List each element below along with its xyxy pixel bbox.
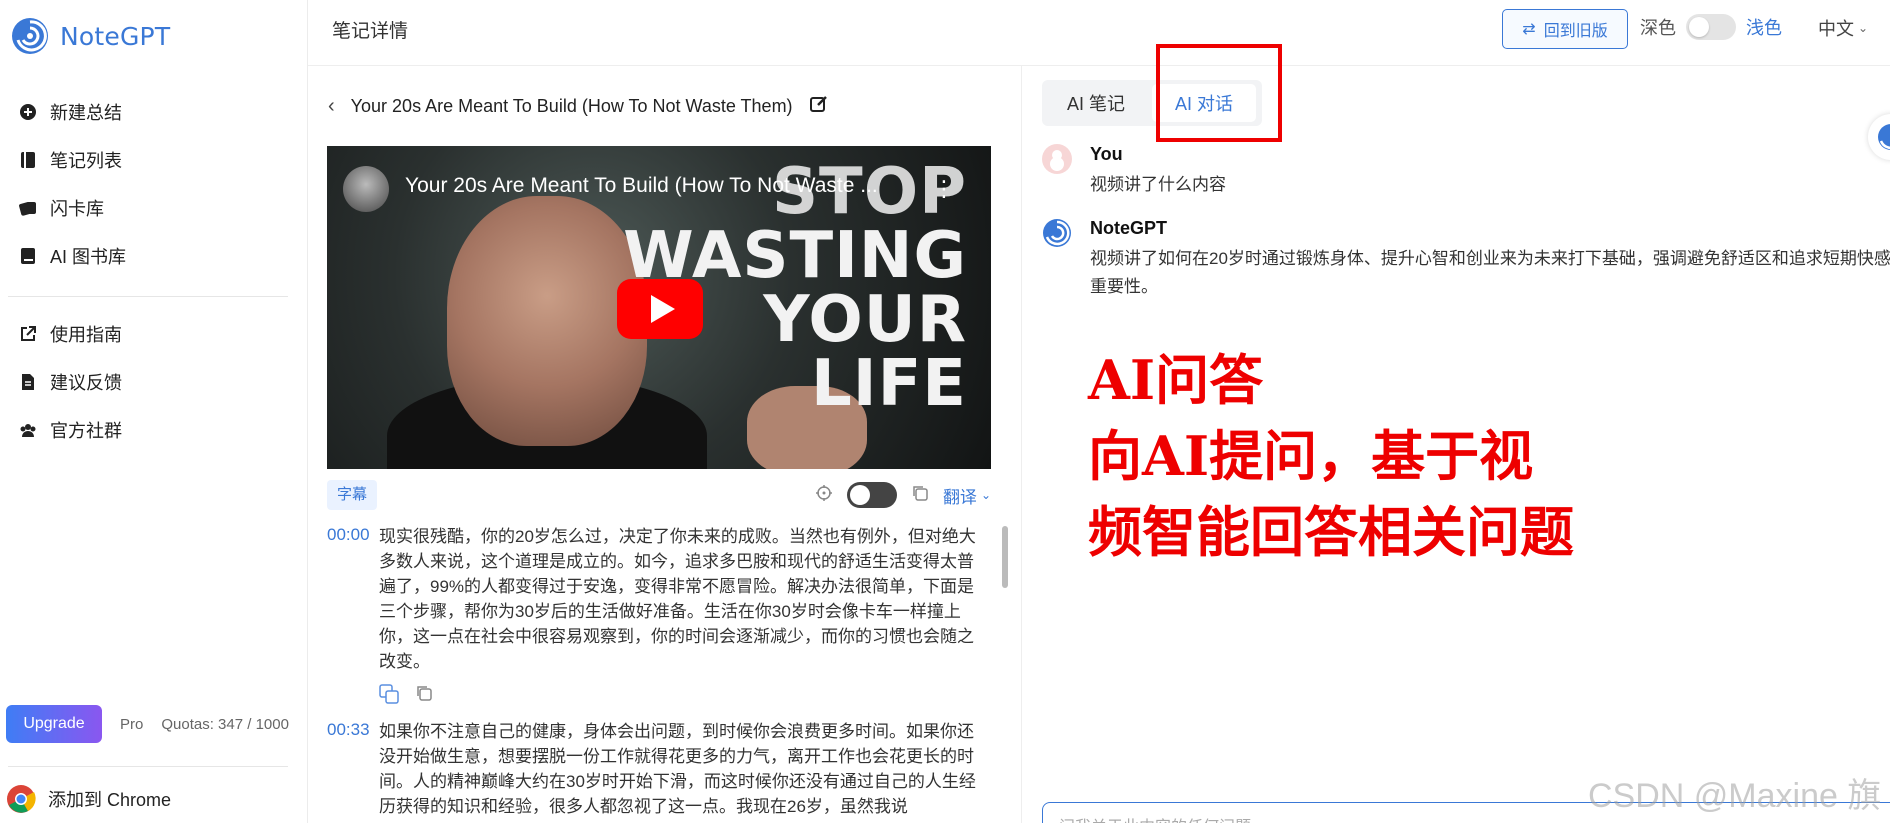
sidebar-item-community[interactable]: 官方社群 [18, 406, 288, 454]
subtitle-tools: 翻译 ⌄ [815, 482, 991, 508]
plan-row: Upgrade Pro Quotas: 347 / 1000 [6, 705, 289, 743]
note-title: Your 20s Are Meant To Build (How To Not … [350, 96, 793, 116]
theme-light-label[interactable]: 浅色 [1746, 14, 1782, 40]
transcript-list: 00:00 现实很残酷，你的20岁怎么过，决定了你未来的成败。当然也有例外，但对… [327, 524, 987, 823]
sidebar-item-ai-library[interactable]: AI 图书库 [18, 232, 288, 280]
sidebar-nav-primary: 新建总结 笔记列表 闪卡库 AI 图书库 [18, 88, 288, 280]
upgrade-button[interactable]: Upgrade [6, 705, 102, 743]
sidebar-item-guide[interactable]: 使用指南 [18, 310, 288, 358]
theme-dark-label[interactable]: 深色 [1640, 14, 1676, 40]
cards-icon [18, 198, 38, 218]
subtitle-tab[interactable]: 字幕 [327, 480, 378, 510]
annotation-line: 向AI提问，基于视 [1088, 424, 1534, 488]
message-author: NoteGPT [1090, 218, 1168, 238]
timestamp-link[interactable]: 00:33 [327, 719, 371, 819]
theme-switch[interactable] [1686, 14, 1736, 40]
sidebar-item-label: 闪卡库 [50, 199, 104, 219]
language-select[interactable]: 中文 ⌄ [1818, 15, 1868, 41]
back-chevron-icon[interactable]: ‹ [328, 95, 335, 118]
annotation-text: AI问答 向AI提问，基于视 频智能回答相关问题 [1088, 342, 1574, 570]
sidebar-item-label: 笔记列表 [50, 151, 122, 171]
watermark: CSDN @Maxine 旗 [1588, 777, 1882, 815]
chevron-down-icon: ⌄ [1858, 21, 1869, 35]
external-link-icon [18, 324, 38, 344]
back-to-old-label: 回到旧版 [1543, 23, 1608, 40]
message-text: 视频讲了什么内容 [1090, 175, 1226, 194]
book-icon [18, 246, 38, 266]
more-options-icon[interactable]: ⋮ [933, 176, 955, 202]
user-avatar [1042, 144, 1072, 174]
community-icon [18, 420, 38, 440]
sidebar-item-notes-list[interactable]: 笔记列表 [18, 136, 288, 184]
annotation-highlight-box [1156, 44, 1282, 142]
tab-ai-notes[interactable]: AI 笔记 [1046, 84, 1146, 122]
transcript-entry-actions [379, 684, 987, 709]
channel-avatar[interactable] [343, 166, 389, 212]
sidebar-item-label: 新建总结 [50, 103, 122, 123]
subtitle-toolbar: 字幕 翻译 ⌄ [327, 480, 991, 510]
sidebar-divider [8, 296, 288, 297]
notebook-icon [18, 150, 38, 170]
language-label: 中文 [1818, 19, 1854, 39]
timestamp-link[interactable]: 00:00 [327, 524, 371, 674]
translate-dropdown[interactable]: 翻译 ⌄ [943, 483, 991, 508]
annotation-line: 频智能回答相关问题 [1088, 500, 1574, 564]
chat-message-user: You 视频讲了什么内容 [1042, 144, 1226, 199]
edit-icon[interactable] [809, 94, 829, 119]
notegpt-logo-icon [1878, 124, 1890, 150]
video-player-title[interactable]: Your 20s Are Meant To Build (How To Not … [405, 174, 878, 198]
quota-label: Quotas: 347 / 1000 [161, 715, 289, 733]
ai-panel: AI 笔记 AI 对话 You 视频讲了什么内容 NoteGPT 视频讲了如何在… [1022, 44, 1890, 823]
document-icon [18, 372, 38, 392]
sidebar-item-label: 建议反馈 [50, 373, 122, 393]
thumbnail-line: LIFE [810, 347, 967, 421]
transcript-text: 如果你不注意自己的健康，身体会出问题，到时候你会浪费更多时间。如果你还没开始做生… [379, 722, 976, 816]
sidebar: NoteGPT 新建总结 笔记列表 闪卡库 AI 图书库 使用指南 建议反馈 官… [0, 0, 308, 823]
copy-icon[interactable] [911, 484, 929, 507]
annotation-line: AI问答 [1088, 348, 1264, 412]
add-to-chrome-link[interactable]: 添加到 Chrome [6, 784, 171, 814]
sidebar-item-label: 使用指南 [50, 325, 122, 345]
app-name: NoteGPT [60, 21, 171, 51]
message-author: You [1090, 144, 1123, 164]
floating-assistant-button[interactable] [1868, 114, 1890, 160]
chevron-down-icon: ⌄ [980, 488, 991, 502]
play-button[interactable] [617, 279, 703, 339]
note-title-row: ‹ Your 20s Are Meant To Build (How To No… [328, 94, 829, 119]
plan-label: Pro [120, 715, 144, 733]
transcript-text: 现实很残酷，你的20岁怎么过，决定了你未来的成败。当然也有例外，但对绝大多数人来… [379, 527, 976, 671]
notegpt-logo-icon [12, 18, 48, 54]
sidebar-nav-secondary: 使用指南 建议反馈 官方社群 [18, 310, 288, 454]
add-to-chrome-label: 添加到 Chrome [48, 790, 172, 810]
notegpt-avatar-icon [1043, 219, 1071, 247]
page-title: 笔记详情 [332, 21, 409, 42]
theme-toggle-group: 深色 浅色 [1640, 14, 1782, 40]
swap-arrows-icon: ⇄ [1522, 21, 1536, 38]
chrome-icon [7, 785, 36, 813]
video-panel: ‹ Your 20s Are Meant To Build (How To No… [308, 66, 1022, 823]
chat-message-assistant: NoteGPT 视频讲了如何在20岁时通过锻炼身体、提升心智和创业来为未来打下基… [1042, 218, 1890, 301]
sidebar-item-flashcards[interactable]: 闪卡库 [18, 184, 288, 232]
translate-icon[interactable] [379, 684, 399, 709]
back-to-old-version-button[interactable]: ⇄ 回到旧版 [1502, 9, 1628, 49]
sidebar-divider-bottom [8, 766, 288, 767]
autoscroll-switch[interactable] [846, 482, 897, 508]
translate-label: 翻译 [942, 487, 977, 507]
video-player[interactable]: STOP WASTING YOUR LIFE Your 20s Are Mean… [327, 146, 991, 469]
app-logo[interactable]: NoteGPT [10, 16, 170, 56]
copy-icon[interactable] [415, 684, 433, 709]
plus-circle-icon [18, 102, 38, 122]
transcript-scrollbar[interactable] [1002, 526, 1008, 588]
sidebar-item-label: 官方社群 [50, 421, 122, 441]
sidebar-item-label: AI 图书库 [50, 247, 127, 267]
sidebar-item-feedback[interactable]: 建议反馈 [18, 358, 288, 406]
transcript-entry[interactable]: 00:33 如果你不注意自己的健康，身体会出问题，到时候你会浪费更多时间。如果你… [327, 719, 987, 819]
sidebar-item-new-summary[interactable]: 新建总结 [18, 88, 288, 136]
message-text: 视频讲了如何在20岁时通过锻炼身体、提升心智和创业来为未来打下基础，强调避免舒适… [1090, 249, 1890, 296]
locate-icon[interactable] [815, 484, 833, 507]
transcript-entry[interactable]: 00:00 现实很残酷，你的20岁怎么过，决定了你未来的成败。当然也有例外，但对… [327, 524, 987, 674]
